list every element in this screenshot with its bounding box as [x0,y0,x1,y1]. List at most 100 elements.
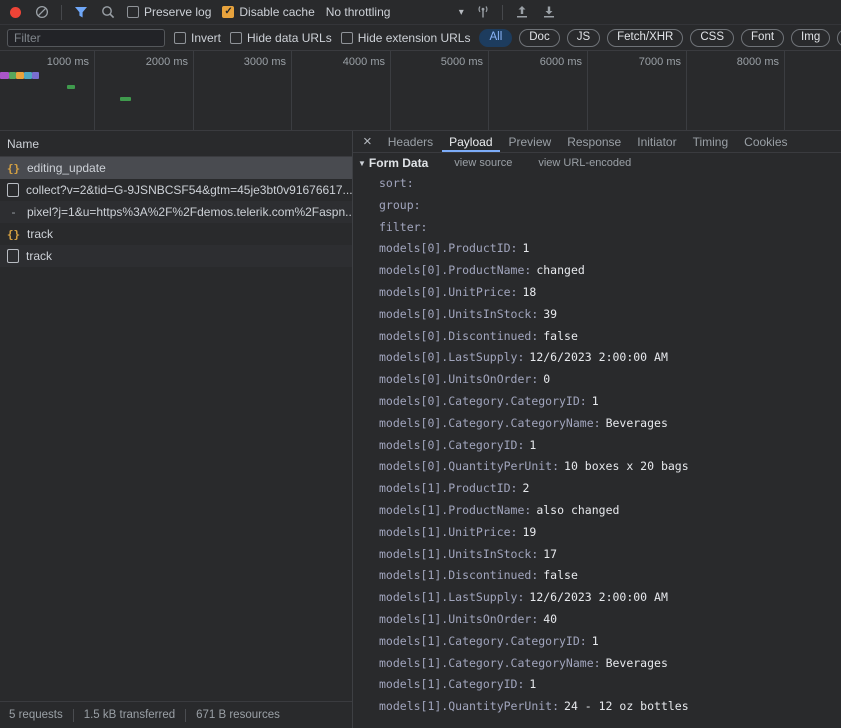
request-row[interactable]: track [0,245,352,267]
toolbar-divider [61,5,62,20]
toolbar-divider [502,5,503,20]
payload-key: models[0].LastSupply: [379,350,524,364]
funnel-icon [74,6,88,19]
disclosure-triangle-icon[interactable]: ▼ [358,159,366,168]
tab-cookies[interactable]: Cookies [737,131,794,152]
tab-payload[interactable]: Payload [442,131,499,152]
overview-request-bar [0,72,9,79]
devtools-network-panel: Preserve log Disable cache No throttling… [0,0,841,728]
payload-key: models[1].ProductID: [379,481,517,495]
payload-key: models[0].Category.CategoryID: [379,394,587,408]
request-row[interactable]: {} editing_update [0,157,352,179]
request-count: 5 requests [9,709,63,721]
name-column-header[interactable]: Name [0,131,352,157]
search-button[interactable] [100,3,116,21]
network-conditions-button[interactable] [475,3,491,21]
timeline-tick-label: 1000 ms [5,51,95,130]
document-request-icon [7,249,19,263]
payload-entry: models[1].UnitsOnOrder:40 [379,609,841,631]
payload-value: 12/6/2023 2:00:00 AM [529,590,667,604]
payload-value: 1 [592,394,599,408]
payload-value: 17 [543,547,557,561]
close-detail-button[interactable]: × [356,131,379,152]
clear-button[interactable] [34,3,50,21]
disable-cache-label: Disable cache [239,5,314,19]
timeline-overview[interactable]: 1000 ms2000 ms3000 ms4000 ms5000 ms6000 … [0,51,841,131]
preserve-log-label: Preserve log [144,5,211,19]
network-toolbar: Preserve log Disable cache No throttling… [0,0,841,25]
payload-value: also changed [536,503,619,517]
filter-type-chip[interactable]: CSS [690,29,734,47]
status-bar: 5 requests 1.5 kB transferred 671 B reso… [0,701,352,728]
timeline-tick-label: 5000 ms [399,51,489,130]
filter-type-chip[interactable]: Font [741,29,784,47]
filter-type-chip[interactable]: Img [791,29,830,47]
payload-value: changed [536,263,584,277]
payload-entry: models[1].Discontinued:false [379,565,841,587]
payload-entry: models[0].UnitPrice: 18 [379,282,841,304]
payload-entry: models[0].ProductID:1 [379,238,841,260]
requests-pane: Name {} editing_update collect?v=2&tid=G… [0,131,352,728]
filter-type-chip[interactable]: All [479,29,512,47]
tab-timing[interactable]: Timing [686,131,736,152]
hide-data-urls-label: Hide data URLs [247,31,332,45]
caret-down-icon: ▾ [459,7,464,18]
generic-request-icon: - [7,205,20,219]
upload-icon [515,5,529,19]
payload-value: 0 [543,372,550,386]
request-name: track [27,227,53,241]
tab-initiator[interactable]: Initiator [630,131,683,152]
payload-key: models[0].Category.CategoryName: [379,416,601,430]
payload-key: sort: [379,176,414,190]
import-har-button[interactable] [514,3,530,21]
timeline-tick-label: 2000 ms [104,51,194,130]
request-name: collect?v=2&tid=G-9JSNBCSF54&gtm=45je3bt… [26,183,352,197]
request-row[interactable]: {} track [0,223,352,245]
payload-value: Beverages [606,416,668,430]
hide-data-urls-checkbox[interactable]: Hide data URLs [230,31,332,45]
filter-type-chip[interactable]: Fetch/XHR [607,29,683,47]
payload-entry: sort: [379,173,841,195]
hide-extension-urls-label: Hide extension URLs [358,31,471,45]
network-main: Name {} editing_update collect?v=2&tid=G… [0,131,841,728]
payload-key: filter: [379,220,427,234]
payload-value: Beverages [606,656,668,670]
record-button[interactable] [7,3,23,21]
payload-value: 39 [543,307,557,321]
overview-request-bar [67,85,75,89]
filter-input[interactable] [7,29,165,47]
throttling-select[interactable]: No throttling ▾ [326,5,464,19]
payload-key: models[0].UnitPrice: [379,285,517,299]
hide-extension-urls-checkbox[interactable]: Hide extension URLs [341,31,471,45]
form-data-header: ▼ Form Data view source view URL-encoded [353,153,841,173]
export-har-button[interactable] [541,3,557,21]
view-source-link[interactable]: view source [454,157,512,169]
payload-entry: models[0].CategoryID:1 [379,435,841,457]
tab-preview[interactable]: Preview [502,131,559,152]
payload-value: 18 [522,285,536,299]
filter-toggle-button[interactable] [73,3,89,21]
filter-type-chip[interactable]: Doc [519,29,559,47]
request-row[interactable]: - pixel?j=1&u=https%3A%2F%2Fdemos.teleri… [0,201,352,223]
timeline-tick-label: 4000 ms [301,51,391,130]
tab-response[interactable]: Response [560,131,628,152]
payload-value: 1 [592,634,599,648]
invert-checkbox[interactable]: Invert [174,31,221,45]
payload-entry: group: [379,195,841,217]
disable-cache-checkbox[interactable]: Disable cache [222,5,314,19]
payload-value: 24 - 12 oz bottles [564,699,689,713]
payload-value: 1 [529,438,536,452]
network-conditions-icon [475,5,491,19]
preserve-log-checkbox[interactable]: Preserve log [127,5,211,19]
throttling-value: No throttling [326,5,391,19]
payload-value: false [543,568,578,582]
resource-type-filters: AllDocJSFetch/XHRCSSFontImgMediaMa [479,29,841,47]
payload-entry: models[0].QuantityPerUnit:10 boxes x 20 … [379,456,841,478]
request-row[interactable]: collect?v=2&tid=G-9JSNBCSF54&gtm=45je3bt… [0,179,352,201]
tab-headers[interactable]: Headers [381,131,440,152]
payload-value: 19 [522,525,536,539]
view-url-encoded-link[interactable]: view URL-encoded [538,157,631,169]
record-icon [10,7,21,18]
filter-type-chip[interactable]: Media [837,29,841,47]
filter-type-chip[interactable]: JS [567,29,600,47]
